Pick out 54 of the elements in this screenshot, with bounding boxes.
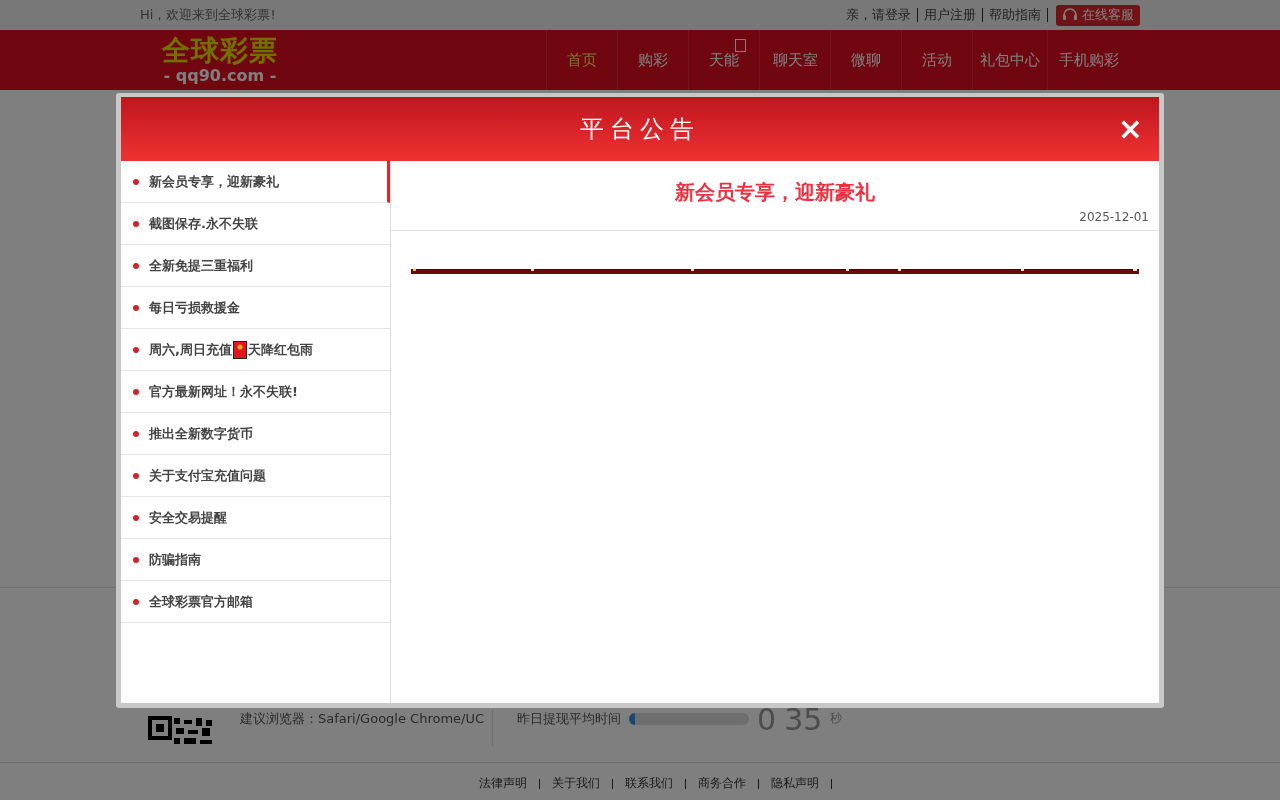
bullet-icon — [133, 556, 139, 563]
item-text: 安全交易提醒 — [149, 508, 227, 527]
announcement-item[interactable]: 官方最新网址！永不失联! — [121, 371, 390, 413]
footer-link[interactable]: 关于我们 — [539, 775, 612, 792]
bullet-icon — [133, 178, 139, 185]
announcement-item[interactable]: 每日亏损救援金 — [121, 287, 390, 329]
item-text: 全新免提三重福利 — [149, 256, 253, 275]
envelope-icon — [232, 340, 247, 359]
browser-hint: 建议浏览器：Safari/Google Chrome/UC — [240, 710, 494, 746]
top-link[interactable]: 用户注册 — [918, 8, 983, 22]
item-text: 关于支付宝充值问题 — [149, 466, 266, 485]
item-text: 截图保存.永不失联 — [149, 214, 258, 233]
announcement-item[interactable]: 周六,周日充值 天降红包雨 — [121, 329, 390, 371]
bullet-icon — [133, 262, 139, 269]
headset-icon — [1062, 8, 1078, 22]
withdraw-label: 昨日提现平均时间 — [517, 710, 622, 728]
announcement-item[interactable]: 关于支付宝充值问题 — [121, 455, 390, 497]
announcement-item[interactable]: 截图保存.永不失联 — [121, 203, 390, 245]
item-text: 天降红包雨 — [247, 340, 313, 359]
footer-link[interactable]: 法律声明 — [466, 775, 539, 792]
bullet-icon — [133, 220, 139, 227]
bullet-icon — [133, 472, 139, 479]
bullet-icon — [133, 430, 139, 437]
dialog-title: 平台公告 — [580, 114, 700, 145]
bullet-icon — [133, 514, 139, 521]
welcome-text: Hi，欢迎来到全球彩票! — [140, 6, 276, 24]
bullet-icon — [133, 598, 139, 605]
top-link[interactable]: 亲，请登录 — [840, 8, 918, 22]
announcement-item[interactable]: 全球彩票官方邮箱 — [121, 581, 390, 623]
item-text: 周六,周日充值 — [149, 340, 232, 359]
item-text: 官方最新网址！永不失联! — [149, 382, 298, 401]
announcement-item[interactable]: 推出全新数字货币 — [121, 413, 390, 455]
announcement-item[interactable]: 全新免提三重福利 — [121, 245, 390, 287]
announcement-date: 2025-12-01 — [1079, 210, 1149, 224]
logo-domain: - qq90.com - — [163, 67, 277, 85]
customer-service-button[interactable]: 在线客服 — [1056, 4, 1140, 26]
item-text: 推出全新数字货币 — [149, 424, 253, 443]
item-text: 每日亏损救援金 — [149, 298, 240, 317]
footer-link[interactable]: 联系我们 — [612, 775, 685, 792]
logo-title: 全球彩票 — [162, 35, 278, 67]
bullet-icon — [133, 346, 139, 353]
bullet-icon — [133, 388, 139, 395]
top-link[interactable]: 帮助指南 — [983, 8, 1048, 22]
announcement-item[interactable]: 防骗指南 — [121, 539, 390, 581]
item-text: 全球彩票官方邮箱 — [149, 592, 253, 611]
announcement-item[interactable]: 安全交易提醒 — [121, 497, 390, 539]
footer-link[interactable]: 隐私声明 — [758, 775, 831, 792]
close-button[interactable]: × — [1117, 116, 1143, 142]
announcement-item[interactable]: 新会员专享，迎新豪礼 — [121, 161, 390, 203]
footer-link[interactable]: 商务合作 — [685, 775, 758, 792]
item-text: 防骗指南 — [149, 550, 201, 569]
bullet-icon — [133, 304, 139, 311]
announcement-heading: 新会员专享，迎新豪礼 — [674, 179, 876, 206]
item-text: 新会员专享，迎新豪礼 — [149, 172, 279, 191]
